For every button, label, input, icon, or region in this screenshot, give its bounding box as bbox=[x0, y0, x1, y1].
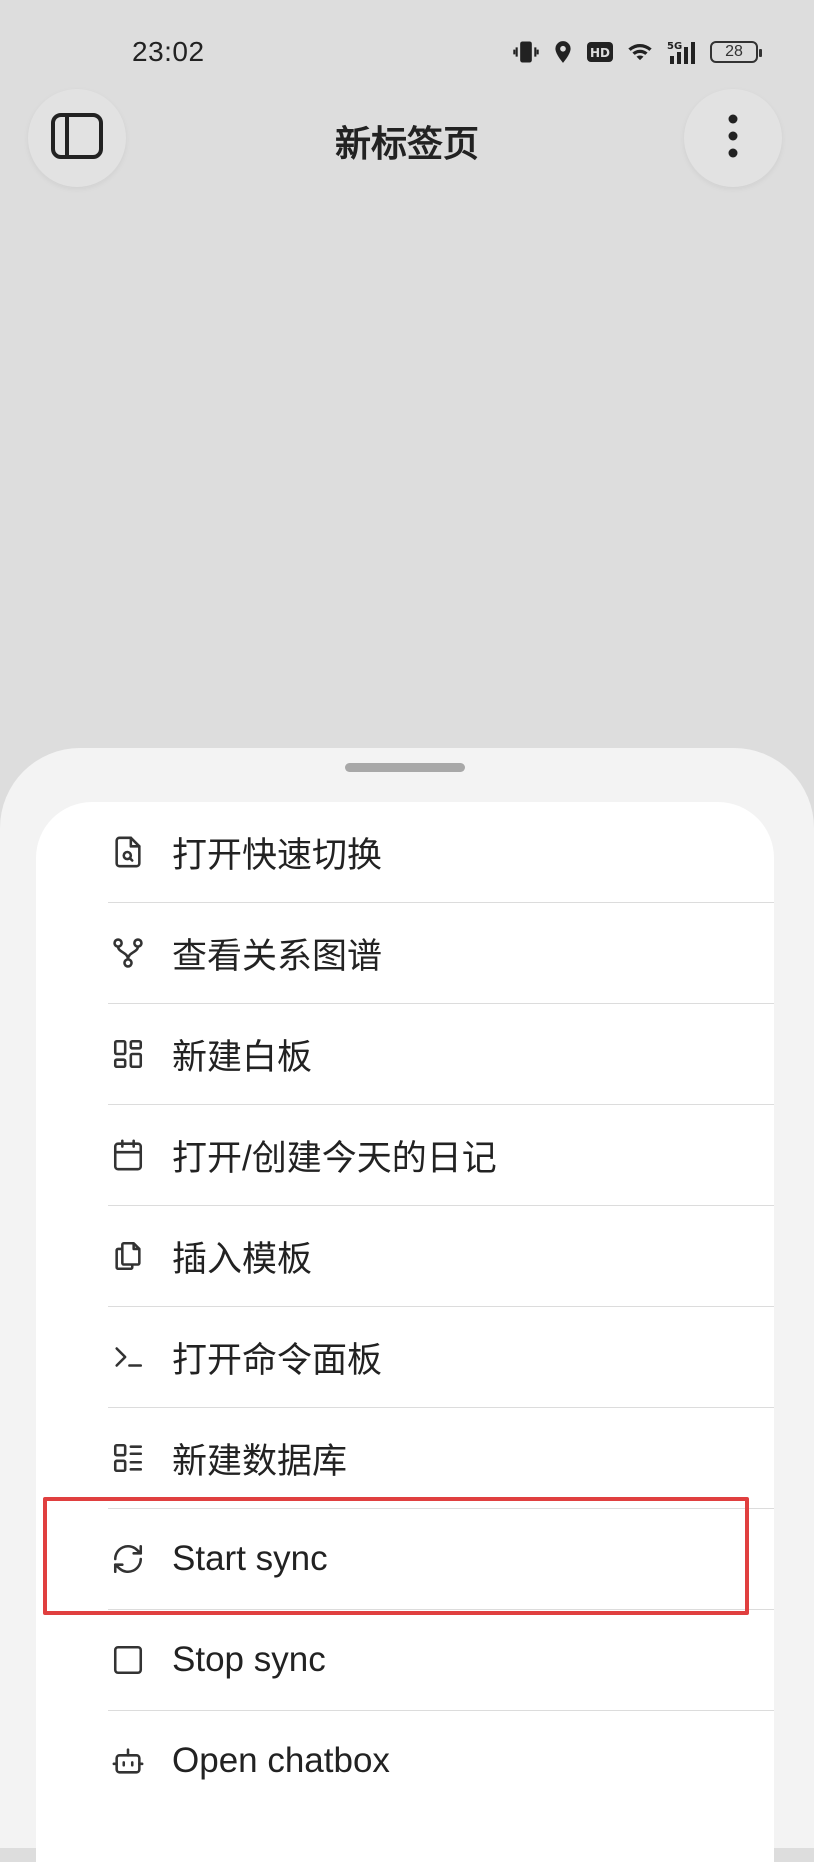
menu-item-label: Stop sync bbox=[172, 1640, 326, 1679]
menu-item-new-whiteboard[interactable]: 新建白板 bbox=[72, 1004, 738, 1104]
status-bar: 23:02 HD 5G 28 bbox=[0, 0, 814, 105]
status-icons: HD 5G 28 bbox=[512, 36, 762, 68]
sheet-drag-handle[interactable] bbox=[345, 763, 465, 772]
square-icon bbox=[110, 1642, 146, 1678]
hd-icon: HD bbox=[586, 40, 614, 64]
copy-icon bbox=[110, 1238, 146, 1274]
battery-icon: 28 bbox=[710, 41, 762, 63]
menu-item-quick-switcher[interactable]: 打开快速切换 bbox=[72, 802, 738, 902]
more-vertical-icon bbox=[726, 114, 740, 163]
menu-item-label: Open chatbox bbox=[172, 1741, 390, 1780]
menu-item-stop-sync[interactable]: Stop sync bbox=[72, 1610, 738, 1710]
menu-item-graph-view[interactable]: 查看关系图谱 bbox=[72, 903, 738, 1003]
wifi-icon bbox=[624, 38, 656, 66]
menu-item-daily-note[interactable]: 打开/创建今天的日记 bbox=[72, 1105, 738, 1205]
database-list-icon bbox=[110, 1440, 146, 1476]
bottom-sheet: 打开快速切换 查看关系图谱 新建白板 打开/创建今天的日记 插入模板 打开命令面… bbox=[0, 748, 814, 1862]
menu-item-label: 插入模板 bbox=[172, 1239, 313, 1279]
menu-item-label: 新建数据库 bbox=[172, 1441, 348, 1481]
menu-item-label: 查看关系图谱 bbox=[172, 936, 383, 976]
location-icon bbox=[550, 38, 576, 66]
more-options-button[interactable] bbox=[684, 89, 782, 187]
menu-item-insert-template[interactable]: 插入模板 bbox=[72, 1206, 738, 1306]
menu-item-label: 打开命令面板 bbox=[172, 1340, 383, 1380]
menu-item-label: 打开快速切换 bbox=[172, 835, 383, 875]
graph-icon bbox=[110, 935, 146, 971]
menu-item-label: 新建白板 bbox=[172, 1037, 313, 1077]
menu-item-new-database[interactable]: 新建数据库 bbox=[72, 1408, 738, 1508]
calendar-icon bbox=[110, 1137, 146, 1173]
signal-5g-icon: 5G bbox=[666, 38, 700, 66]
menu-item-command-palette[interactable]: 打开命令面板 bbox=[72, 1307, 738, 1407]
menu-item-open-chatbox[interactable]: Open chatbox bbox=[72, 1711, 738, 1811]
terminal-icon bbox=[110, 1339, 146, 1375]
svg-text:HD: HD bbox=[590, 46, 610, 60]
svg-text:5G: 5G bbox=[667, 41, 682, 52]
status-time: 23:02 bbox=[132, 36, 205, 67]
menu-item-label: 打开/创建今天的日记 bbox=[172, 1138, 497, 1178]
menu-card: 打开快速切换 查看关系图谱 新建白板 打开/创建今天的日记 插入模板 打开命令面… bbox=[36, 802, 774, 1862]
vibrate-icon bbox=[512, 38, 540, 66]
highlight-box bbox=[43, 1497, 749, 1615]
file-search-icon bbox=[110, 834, 146, 870]
layout-dashboard-icon bbox=[110, 1036, 146, 1072]
bot-icon bbox=[110, 1743, 146, 1779]
